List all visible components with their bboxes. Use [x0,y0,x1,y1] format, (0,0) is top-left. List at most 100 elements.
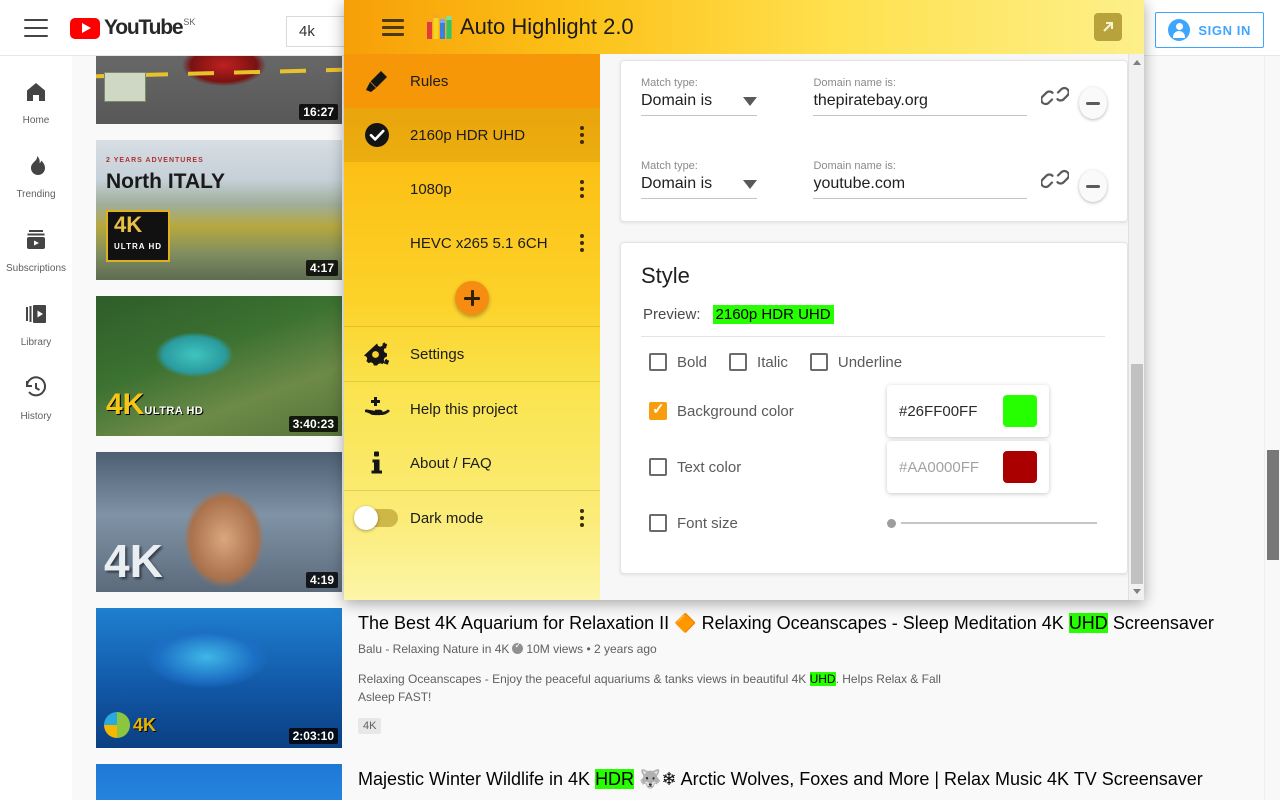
sidebar-item-about-faq[interactable]: About / FAQ [344,436,600,490]
dark-mode-row[interactable]: Dark mode [344,491,600,545]
toggle-knob[interactable] [354,506,378,530]
domain-name-field[interactable]: Domain name is: youtube.com [813,160,1027,199]
video-list-item[interactable]: 4K 2:03:10 The Best 4K Aquarium for Rela… [72,608,1264,764]
sidebar-item-trending[interactable]: Trending [0,140,72,214]
text-color-checkbox[interactable] [649,458,667,476]
add-rule-button[interactable] [455,281,489,315]
preview-label: Preview: [643,306,701,323]
video-thumbnail[interactable]: 4K 2:03:10 [96,608,342,748]
popup-title: Auto Highlight 2.0 [460,14,634,40]
sidebar-item-subscriptions[interactable]: Subscriptions [0,214,72,288]
video-duration: 4:19 [306,572,338,588]
background-color-checkbox[interactable] [649,402,667,420]
link-icon[interactable] [1041,166,1069,197]
channel-name[interactable]: Balu - Relaxing Nature in 4K [358,642,509,656]
video-title[interactable]: Majestic Winter Wildlife in 4K HDR 🐺❄ Ar… [358,766,1264,792]
wolf-snowflake-emoji-icon: 🐺❄ [639,769,677,789]
sidebar-label: Home [23,115,50,126]
underline-checkbox[interactable] [810,353,828,371]
rule-item-1080p[interactable]: 1080p [344,162,600,216]
video-thumbnail[interactable]: 2 YEARS ADVENTURES North ITALY 4K ULTRA … [96,140,342,280]
sidebar-item-home[interactable]: Home [0,66,72,140]
video-list-item[interactable]: Majestic Winter Wildlife in 4K HDR 🐺❄ Ar… [72,764,1264,800]
hamburger-icon [382,26,404,29]
popup-scrollbar[interactable] [1128,54,1144,600]
check-circle-icon[interactable] [344,122,410,148]
rule-condition-row: Match type: Domain is Domain name is: yo… [641,116,1107,199]
domain-name-value[interactable]: thepiratebay.org [813,92,1027,116]
background-color-swatch[interactable] [1003,395,1037,427]
rule-overflow-menu-icon[interactable] [580,234,584,252]
minus-icon [1086,185,1100,188]
sidebar-rules-label: Rules [410,73,600,90]
bold-checkbox-row[interactable]: Bold [649,353,707,371]
sidebar-item-settings[interactable]: Settings [344,327,600,381]
video-title[interactable]: The Best 4K Aquarium for Relaxation II 🔶… [358,610,1264,636]
dark-mode-toggle[interactable] [344,509,410,527]
sidebar-item-history[interactable]: History [0,362,72,436]
italic-checkbox-row[interactable]: Italic [729,353,788,371]
rule-item-2160p-hdr-uhd[interactable]: 2160p HDR UHD [344,108,600,162]
page-scrollbar-thumb[interactable] [1267,450,1279,560]
hamburger-icon [24,35,48,37]
text-color-value[interactable]: #AA0000FF [899,459,979,476]
font-size-label: Font size [677,515,738,532]
popup-menu-button[interactable] [382,19,404,36]
rule-overflow-menu-icon[interactable] [580,126,584,144]
italic-label: Italic [757,354,788,371]
dark-mode-overflow-menu-icon[interactable] [580,509,584,527]
youtube-logo-text: YouTube [104,17,182,39]
sidebar-label: About / FAQ [410,455,600,472]
video-thumbnail[interactable]: 16:27 [96,56,342,124]
uhd-badge-overlay: 4K ULTRA HD [106,210,170,262]
rule-overflow-menu-icon[interactable] [580,180,584,198]
text-color-picker[interactable]: #AA0000FF [887,441,1049,493]
domain-name-value[interactable]: youtube.com [813,175,1027,199]
video-thumbnail[interactable]: 4KULTRA HD 3:40:23 [96,296,342,436]
rule-item-hevc-x265[interactable]: HEVC x265 5.1 6CH [344,216,600,270]
match-type-select[interactable]: Match type: Domain is [641,77,757,116]
youtube-sidebar: Home Trending Subscriptions Library [0,56,72,800]
italic-checkbox[interactable] [729,353,747,371]
background-color-value[interactable]: #26FF00FF [899,403,977,420]
sidebar-item-help-this-project[interactable]: Help this project [344,382,600,436]
video-duration: 3:40:23 [289,416,338,432]
chevron-down-icon[interactable] [743,180,757,189]
subscriptions-icon [24,228,48,257]
youtube-menu-button[interactable] [24,19,48,37]
page-scrollbar[interactable] [1264,56,1280,800]
video-thumbnail[interactable]: 4K 4:19 [96,452,342,592]
video-thumbnail[interactable] [96,764,342,800]
sidebar-item-rules[interactable]: Rules [344,54,600,108]
background-color-picker[interactable]: #26FF00FF [887,385,1049,437]
remove-condition-button[interactable] [1079,87,1107,119]
sign-in-button[interactable]: SIGN IN [1155,12,1264,48]
link-icon[interactable] [1041,83,1069,114]
underline-checkbox-row[interactable]: Underline [810,353,902,371]
sidebar-item-library[interactable]: Library [0,288,72,362]
remove-condition-button[interactable] [1079,170,1107,202]
open-in-new-icon[interactable] [1094,13,1122,41]
text-color-label: Text color [677,459,741,476]
toggle-track[interactable] [356,509,398,527]
info-icon [344,450,410,476]
domain-name-field[interactable]: Domain name is: thepiratebay.org [813,77,1027,116]
scroll-down-arrow-icon[interactable] [1133,589,1141,594]
slider-track[interactable] [901,522,1097,524]
title-pre: Majestic Winter Wildlife in 4K [358,769,595,789]
video-duration: 16:27 [299,104,338,120]
youtube-logo[interactable]: YouTube SK [70,17,195,39]
style-heading: Style [641,263,1105,289]
popup-scrollbar-thumb[interactable] [1131,364,1143,584]
popup-header: Auto Highlight 2.0 [344,0,1144,54]
scroll-up-arrow-icon[interactable] [1133,60,1141,65]
font-size-slider[interactable] [887,517,1097,529]
font-size-checkbox[interactable] [649,514,667,532]
text-color-swatch[interactable] [1003,451,1037,483]
highlighted-term: UHD [810,672,836,686]
slider-knob[interactable] [887,519,896,528]
match-type-select[interactable]: Match type: Domain is [641,160,757,199]
style-preview-row: Preview: 2160p HDR UHD [641,289,1105,337]
chevron-down-icon[interactable] [743,97,757,106]
bold-checkbox[interactable] [649,353,667,371]
